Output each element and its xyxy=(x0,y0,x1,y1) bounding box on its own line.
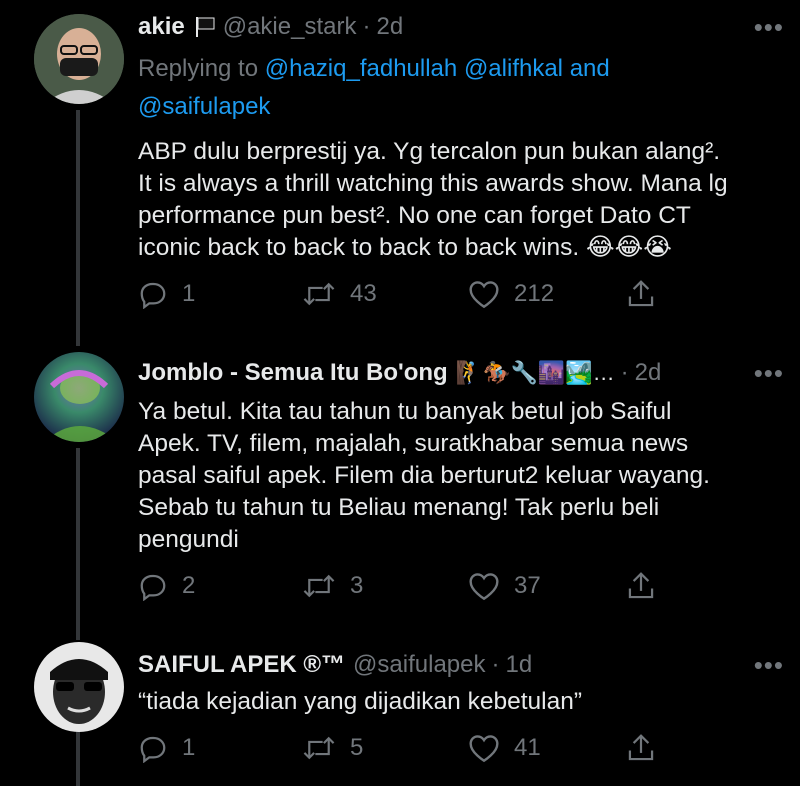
like-icon xyxy=(469,735,499,763)
timestamp[interactable]: 1d xyxy=(505,651,532,679)
retweet-icon xyxy=(303,736,335,760)
reply-button[interactable]: 1 xyxy=(138,279,195,309)
like-count: 41 xyxy=(514,734,541,761)
separator-dot: · xyxy=(491,651,500,678)
avatar[interactable] xyxy=(34,352,124,442)
timestamp[interactable]: 2d xyxy=(376,13,403,41)
avatar[interactable] xyxy=(34,14,124,104)
retweet-icon xyxy=(303,574,335,598)
action-bar: 2 3 37 xyxy=(138,566,658,606)
retweet-button[interactable]: 3 xyxy=(302,571,363,601)
share-button[interactable] xyxy=(626,570,656,602)
tweet-text-line: iconic back to back to back to back wins… xyxy=(138,234,672,261)
display-name[interactable]: SAIFUL APEK ®™ xyxy=(138,651,345,679)
share-button[interactable] xyxy=(626,732,656,764)
more-icon[interactable]: ••• xyxy=(754,358,784,389)
reply-count: 1 xyxy=(182,280,196,307)
more-icon[interactable]: ••• xyxy=(754,650,784,681)
share-icon xyxy=(628,280,654,307)
share-icon xyxy=(628,572,654,599)
timestamp[interactable]: 2d xyxy=(635,359,662,387)
reply-button[interactable]: 1 xyxy=(138,733,195,763)
tweet[interactable]: akie @akie_stark · 2d Replying to @haziq… xyxy=(0,0,800,340)
reply-count: 2 xyxy=(182,572,196,599)
separator-dot: · xyxy=(620,359,629,386)
replying-prefix: Replying to xyxy=(138,55,259,82)
tweet-text-line: Sebab tu tahun tu Beliau menang! Tak per… xyxy=(138,494,660,521)
replying-to: Replying to @haziq_fadhullah @alifhkal a… xyxy=(138,50,780,126)
action-bar: 1 5 41 xyxy=(138,728,658,768)
user-handle[interactable]: @saifulapek xyxy=(353,651,485,679)
like-button[interactable]: 37 xyxy=(468,571,541,601)
retweet-count: 43 xyxy=(350,280,377,307)
reply-icon xyxy=(140,282,166,309)
flag-icon xyxy=(195,16,215,38)
share-button[interactable] xyxy=(626,278,656,310)
like-count: 212 xyxy=(514,280,555,307)
tweet-text-line: pasal saiful apek. Filem dia berturut2 k… xyxy=(138,462,710,489)
retweet-button[interactable]: 5 xyxy=(302,733,363,763)
retweet-count: 3 xyxy=(350,572,364,599)
name-emojis: 🧗🏇🔧🌆🏞️… xyxy=(455,360,615,385)
reply-count: 1 xyxy=(182,734,196,761)
tweet-text-line: Ya betul. Kita tau tahun tu banyak betul… xyxy=(138,398,672,425)
user-handle[interactable]: @akie_stark xyxy=(223,13,357,41)
retweet-count: 5 xyxy=(350,734,364,761)
separator-dot: · xyxy=(362,13,371,40)
action-bar: 1 43 212 xyxy=(138,274,658,314)
tweet-text-line: performance pun best². No one can forget… xyxy=(138,202,691,229)
retweet-icon xyxy=(303,282,335,306)
mention-link[interactable]: @saifulapek xyxy=(138,93,270,120)
more-icon[interactable]: ••• xyxy=(754,12,784,43)
like-icon xyxy=(469,281,499,309)
display-name[interactable]: Jomblo - Semua Itu Bo'ong xyxy=(138,359,448,387)
retweet-button[interactable]: 43 xyxy=(302,279,377,309)
like-icon xyxy=(469,573,499,601)
like-count: 37 xyxy=(514,572,541,599)
tweet-text-line: ABP dulu berprestij ya. Yg tercalon pun … xyxy=(138,138,721,165)
display-name[interactable]: akie xyxy=(138,13,185,41)
tweet-text: ABP dulu berprestij ya. Yg tercalon pun … xyxy=(138,136,780,264)
reply-button[interactable]: 2 xyxy=(138,571,195,601)
reply-icon xyxy=(140,574,166,601)
tweet-text-line: pengundi xyxy=(138,526,239,553)
share-icon xyxy=(628,734,654,761)
mention-link[interactable]: @haziq_fadhullah xyxy=(265,55,458,82)
tweet-text: Ya betul. Kita tau tahun tu banyak betul… xyxy=(138,396,780,556)
tweet[interactable]: SAIFUL APEK ®™ @saifulapek · 1d “tiada k… xyxy=(0,630,800,786)
mention-link[interactable]: @alifhkal xyxy=(464,55,563,82)
like-button[interactable]: 41 xyxy=(468,733,541,763)
tweet-text-line: It is always a thrill watching this awar… xyxy=(138,170,728,197)
tweet[interactable]: Jomblo - Semua Itu Bo'ong 🧗🏇🔧🌆🏞️… · 2d Y… xyxy=(0,340,800,630)
mention-join[interactable]: and xyxy=(570,55,610,82)
tweet-text-line: Apek. TV, filem, majalah, suratkhabar se… xyxy=(138,430,689,457)
tweet-text: “tiada kejadian yang dijadikan kebetulan… xyxy=(138,686,780,718)
reply-icon xyxy=(140,736,166,763)
tweet-text-line: “tiada kejadian yang dijadikan kebetulan… xyxy=(138,688,583,715)
like-button[interactable]: 212 xyxy=(468,279,554,309)
avatar[interactable] xyxy=(34,642,124,732)
